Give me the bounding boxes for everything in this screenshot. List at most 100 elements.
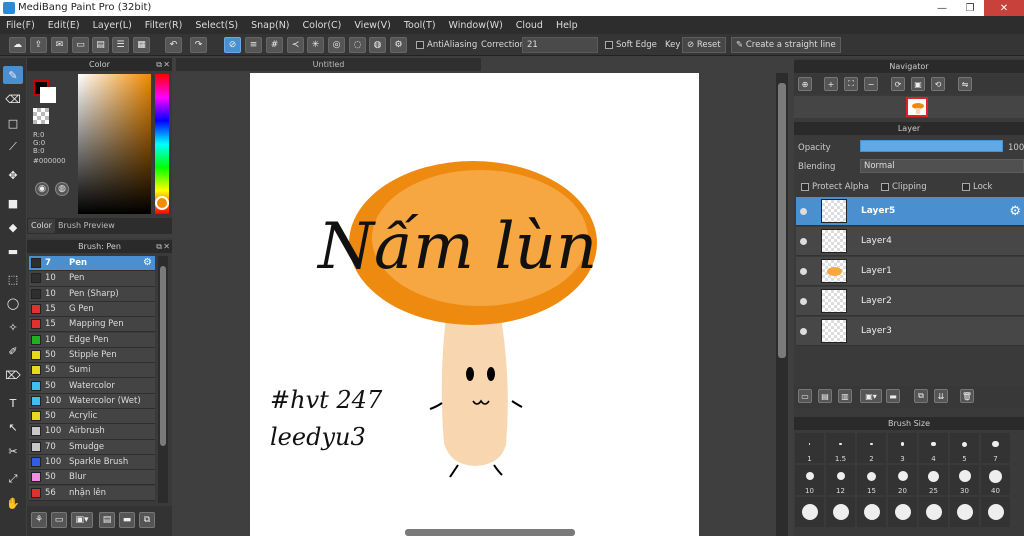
brush-settings-gear-icon[interactable]: ⚙ [143,257,152,268]
eyedropper-icon[interactable]: ⤢ [3,470,23,488]
brush-size-option[interactable]: 7 [981,433,1010,463]
brush-item[interactable]: 50 Sumi [29,363,155,379]
reset-rotate-icon[interactable]: ⟲ [931,77,945,91]
brush-settings-icon[interactable]: ▤ [99,512,115,528]
protect-alpha-option[interactable]: Protect Alpha [801,182,869,192]
menu-tool[interactable]: Tool(T) [404,20,436,31]
rotate-icon[interactable]: ⟳ [891,77,905,91]
visibility-eye-icon[interactable] [800,208,807,215]
brush-size-option[interactable]: 1 [795,433,824,463]
zoom-in-icon[interactable]: ⊕ [798,77,812,91]
layer-settings-gear-icon[interactable]: ⚙ [1009,204,1021,219]
grid-icon[interactable]: ▦ [133,37,150,53]
fit-icon[interactable]: ⛶ [844,77,858,91]
menu-edit[interactable]: Edit(E) [48,20,80,31]
blending-select[interactable]: Normal [860,159,1024,173]
gradient-tool-icon[interactable]: ▬ [3,242,23,260]
brush-item[interactable]: 100 Watercolor (Wet) [29,393,155,409]
brush-folder-icon[interactable]: ▬ [119,512,135,528]
visibility-eye-icon[interactable] [800,298,807,305]
cloud-icon[interactable]: ☁ [9,37,26,53]
gear-icon[interactable]: ⚙ [390,37,407,53]
transparent-color-swatch[interactable] [33,108,49,124]
brush-item[interactable]: 100 Sparkle Brush [29,454,155,471]
brush-item[interactable]: 50 Acrylic [29,409,155,425]
add-brush-dropdown-icon[interactable]: ▣▾ [71,512,93,528]
close-icon[interactable]: ✕ [163,60,170,69]
duplicate-brush-icon[interactable]: ⧉ [139,512,155,528]
flip-icon[interactable]: ⇋ [958,77,972,91]
actual-size-icon[interactable]: ▣ [911,77,925,91]
brush-size-option[interactable]: 30 [950,465,979,495]
move-tool-icon[interactable]: ✥ [3,166,23,184]
brush-size-option[interactable] [826,497,855,527]
brush-size-option[interactable]: 1.5 [826,433,855,463]
brush-item[interactable]: 15 G Pen [29,301,155,318]
shape-tool-icon[interactable]: □ [3,114,23,132]
select-tool-icon[interactable]: ⬚ [3,270,23,288]
brush-tool-icon[interactable]: ✎ [3,66,23,84]
close-icon[interactable]: ✕ [163,242,170,251]
share-icon[interactable]: ⇪ [30,37,47,53]
operation-tool-icon[interactable]: ↖ [3,418,23,436]
navigator-thumbnail[interactable] [906,97,928,117]
navigator-preview[interactable] [794,96,1024,118]
undo-icon[interactable]: ↶ [165,37,182,53]
delete-layer-icon[interactable]: 🗑 [960,389,974,403]
brush-item[interactable]: 7 Pen ⚙ [29,256,155,272]
brush-item[interactable]: 56 nhận lên [29,485,155,501]
lock-option[interactable]: Lock [962,182,992,192]
canvas-scroll-thumb[interactable] [778,83,786,358]
brush-size-option[interactable]: 4 [919,433,948,463]
brush-size-option[interactable]: 15 [857,465,886,495]
brush-size-option[interactable]: 5 [950,433,979,463]
undock-icon[interactable]: ⧉ [156,60,162,70]
select-eraser-icon[interactable]: ⌦ [3,366,23,384]
new-layer-icon[interactable]: ▭ [798,389,812,403]
new-layer-8bit-icon[interactable]: ▤ [818,389,832,403]
palette-icon[interactable]: ◉ [35,182,49,196]
brush-size-option[interactable]: 2 [857,433,886,463]
hue-handle[interactable] [155,196,169,210]
tab-brush-preview[interactable]: Brush Preview [55,219,118,233]
menu-cloud[interactable]: Cloud [516,20,543,31]
straight-line-button[interactable]: ✎ Create a straight line [731,37,841,53]
antialiasing-checkbox[interactable] [416,40,424,49]
menu-filter[interactable]: Filter(R) [145,20,183,31]
text-tool-icon[interactable]: T [3,394,23,412]
add-layer-dropdown-icon[interactable]: ▣▾ [860,389,882,403]
brush-item[interactable]: 100 Airbrush [29,424,155,440]
brush-size-option[interactable] [919,497,948,527]
brush-item[interactable]: 15 Mapping Pen [29,317,155,333]
close-button[interactable]: ✕ [984,0,1024,16]
brush-size-option[interactable] [950,497,979,527]
zoom-out-icon[interactable]: − [864,77,878,91]
soft-edge-checkbox[interactable] [605,40,613,49]
brush-size-option[interactable]: 40 [981,465,1010,495]
layer-row-layer2[interactable]: Layer2 [796,287,1024,316]
background-color-swatch[interactable] [40,87,56,103]
brush-size-option[interactable]: 25 [919,465,948,495]
line-tool-icon[interactable]: ⟋ [3,138,23,156]
layer-row-layer3[interactable]: Layer3 [796,317,1024,346]
circle-snap-icon[interactable]: ◎ [328,37,345,53]
menu-view[interactable]: View(V) [354,20,390,31]
brush-size-option[interactable] [857,497,886,527]
new-file-icon[interactable]: ▭ [72,37,89,53]
brush-size-option[interactable] [888,497,917,527]
visibility-eye-icon[interactable] [800,268,807,275]
zoom-in-icon[interactable]: + [824,77,838,91]
opacity-slider[interactable] [860,140,1003,152]
menu-color[interactable]: Color(C) [303,20,342,31]
brush-item[interactable]: 50 Stipple Pen [29,347,155,364]
brush-size-option[interactable]: 12 [826,465,855,495]
brush-cloud-icon[interactable]: ⚘ [31,512,47,528]
correction-select[interactable]: 21 [522,37,598,53]
hand-tool-icon[interactable]: ✋ [3,494,23,512]
reset-button[interactable]: ⊘ Reset [682,37,726,53]
brush-item[interactable]: 50 Blur [29,470,155,486]
menu-snap[interactable]: Snap(N) [251,20,289,31]
maximize-button[interactable]: ❐ [956,0,984,16]
menu-help[interactable]: Help [556,20,578,31]
divide-tool-icon[interactable]: ✂ [3,442,23,460]
